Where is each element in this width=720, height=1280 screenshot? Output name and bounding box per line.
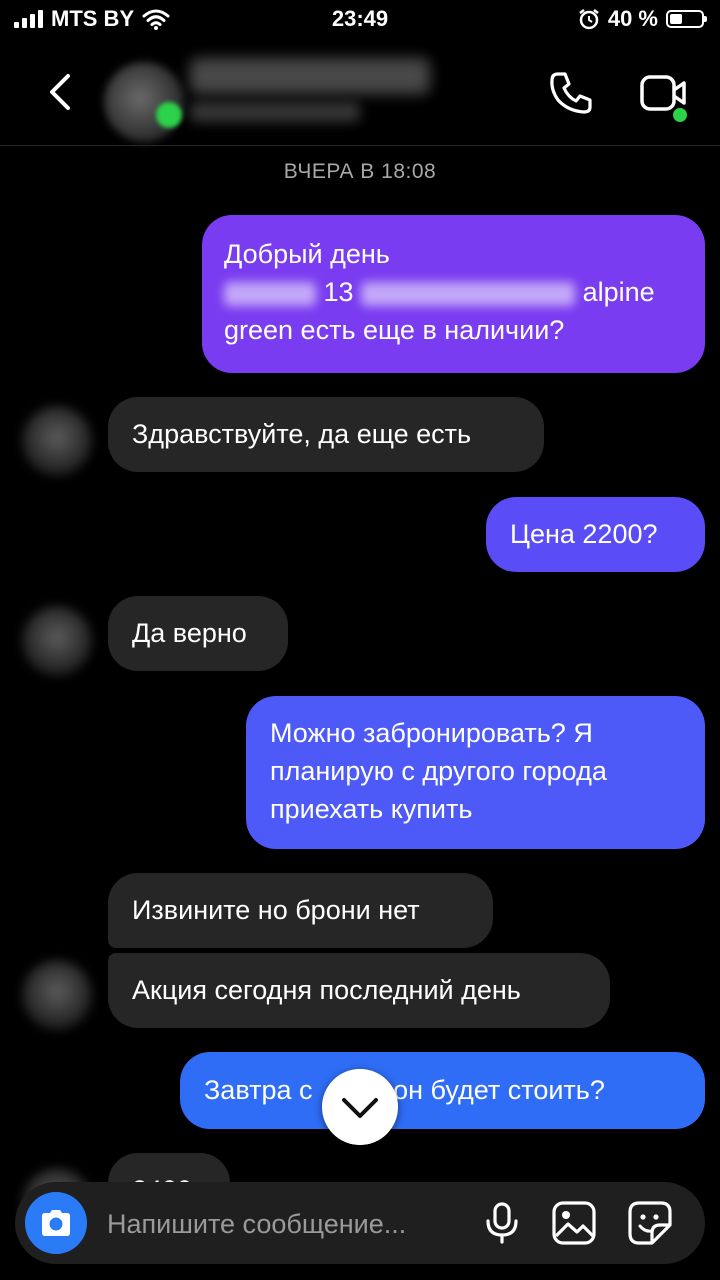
gallery-icon[interactable] [551, 1200, 597, 1246]
message-text-fragment: alpine [582, 277, 655, 307]
message-text: Здравствуйте, да еще есть [132, 419, 472, 449]
contact-name-redacted[interactable] [190, 58, 430, 94]
message-text-fragment: 13 [323, 277, 354, 307]
date-separator: ВЧЕРА В 18:08 [283, 160, 437, 183]
incoming-message[interactable]: Да верно [108, 596, 288, 671]
outgoing-message[interactable]: Добрый день 13 alpine green есть еще в н… [202, 215, 705, 373]
camera-icon[interactable] [25, 1192, 87, 1254]
outgoing-message[interactable]: Завтра с ко он будет стоить? [180, 1052, 705, 1129]
message-text-line: приехать купить [270, 794, 473, 824]
battery-icon [666, 10, 707, 28]
message-text: Да верно [132, 618, 247, 648]
message-text: Акция сегодня последний день [132, 975, 521, 1005]
message-text-line: Можно забронировать? Я [270, 718, 593, 748]
microphone-icon[interactable] [479, 1200, 525, 1246]
alarm-icon [579, 9, 599, 30]
status-right: 40 % [578, 6, 707, 32]
incoming-message[interactable]: Извините но брони нет [108, 873, 493, 948]
battery-percent: 40 % [607, 6, 658, 31]
video-active-dot [673, 108, 687, 122]
incoming-message[interactable]: Акция сегодня последний день [108, 953, 610, 1028]
chat-header [0, 40, 720, 146]
battery-fill [670, 14, 682, 24]
sender-avatar[interactable] [22, 406, 92, 476]
message-text: Извините но брони нет [132, 895, 420, 925]
message-text-line: green есть еще в наличии? [224, 315, 565, 345]
redacted-text [224, 281, 316, 306]
sender-avatar[interactable] [22, 960, 92, 1030]
outgoing-message[interactable]: Можно забронировать? Я планирую с другог… [246, 696, 705, 849]
message-text-line: 13 alpine [224, 273, 683, 311]
sender-avatar[interactable] [22, 606, 92, 676]
status-bar: MTS BY 23:49 40 % [0, 0, 720, 40]
contact-status-redacted [190, 102, 360, 122]
message-text: Цена 2200? [510, 519, 658, 549]
scroll-to-bottom-button[interactable] [322, 1069, 398, 1145]
online-status-indicator [156, 102, 182, 128]
incoming-message[interactable]: Здравствуйте, да еще есть [108, 397, 544, 472]
message-text-line: Добрый день [224, 239, 390, 269]
outgoing-message[interactable]: Цена 2200? [486, 497, 705, 572]
message-composer [15, 1182, 705, 1264]
redacted-text [361, 281, 576, 306]
chevron-left-icon[interactable] [40, 70, 84, 114]
message-input[interactable] [107, 1204, 467, 1244]
sticker-icon[interactable] [627, 1200, 673, 1246]
phone-icon[interactable] [546, 68, 596, 118]
message-text-line: планирую с другого города [270, 756, 607, 786]
message-text-fragment: Завтра с [204, 1075, 313, 1105]
